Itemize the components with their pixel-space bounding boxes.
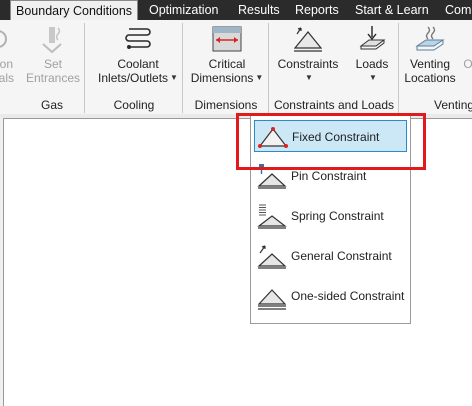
- group-separator: [268, 23, 269, 113]
- highlight-annotation-box: [236, 113, 426, 170]
- materials-label-1: ion: [0, 57, 13, 71]
- menu-item-general-constraint[interactable]: General Constraint: [254, 240, 407, 272]
- one-sided-constraint-icon: [257, 289, 287, 310]
- materials-icon: [0, 30, 7, 48]
- group-label-venting: Venting: [434, 98, 472, 112]
- constraints-icon: [293, 27, 323, 52]
- tab-reports[interactable]: Reports: [295, 0, 339, 20]
- dropdown-arrow-icon: ▼: [305, 73, 313, 82]
- coolant-inlets-outlets-button[interactable]: Coolant Inlets/Outlets ▼: [94, 24, 182, 85]
- materials-label-2: ials: [0, 71, 14, 85]
- loads-icon: [359, 26, 386, 50]
- constraints-label: Constraints: [277, 57, 339, 71]
- ribbon-panel: ion ials Set Entrances Gas Coolant Inlet…: [0, 20, 472, 115]
- critical-dimensions-button[interactable]: Critical Dimensions ▼: [186, 24, 268, 85]
- dropdown-arrow-icon: ▼: [170, 73, 178, 82]
- venting-label-1: Venting: [409, 57, 451, 71]
- venting-label-2: Locations: [404, 71, 456, 85]
- group-separator: [84, 23, 85, 113]
- tab-optimization[interactable]: Optimization: [149, 0, 218, 20]
- tab-results[interactable]: Results: [238, 0, 280, 20]
- group-label-gas: Gas: [40, 98, 63, 112]
- set-entrances-label-1: Set: [43, 57, 62, 71]
- loads-button[interactable]: Loads ▼: [348, 24, 396, 85]
- other-label: O: [463, 57, 472, 71]
- menu-item-label: Spring Constraint: [291, 209, 384, 223]
- menu-item-label: One-sided Constraint: [291, 289, 405, 303]
- dropdown-arrow-icon: ▼: [369, 73, 377, 82]
- critical-label-2: Dimensions: [190, 71, 254, 85]
- tab-comp[interactable]: Comp: [445, 0, 472, 20]
- tab-boundary-conditions[interactable]: Boundary Conditions: [10, 0, 139, 21]
- coolant-coil-icon: [125, 28, 151, 49]
- menu-item-spring-constraint[interactable]: Spring Constraint: [254, 200, 407, 232]
- set-entrances-label-2: Entrances: [25, 71, 81, 85]
- menu-item-one-sided-constraint[interactable]: One-sided Constraint: [254, 280, 407, 312]
- group-separator: [182, 23, 183, 113]
- general-constraint-icon: [257, 245, 287, 269]
- constraints-button[interactable]: Constraints ▼: [274, 24, 342, 85]
- loads-label: Loads: [355, 57, 389, 71]
- group-label-dimensions: Dimensions: [194, 98, 258, 112]
- set-entrances-button[interactable]: Set Entrances: [24, 24, 82, 85]
- tab-start-learn[interactable]: Start & Learn: [355, 0, 429, 20]
- venting-icon: [415, 26, 445, 51]
- dropdown-arrow-icon: ▼: [255, 73, 264, 82]
- group-label-cooling: Cooling: [113, 98, 155, 112]
- materials-button[interactable]: ion ials: [0, 24, 18, 85]
- group-label-constraints-and-loads: Constraints and Loads: [273, 98, 395, 112]
- critical-label-1: Critical: [208, 57, 246, 71]
- ribbon-tab-bar: Boundary Conditions Optimization Results…: [0, 0, 472, 21]
- menu-item-label: General Constraint: [291, 249, 392, 263]
- spring-constraint-icon: [257, 204, 287, 229]
- other-button[interactable]: O: [458, 24, 472, 71]
- coolant-label-1: Coolant: [117, 57, 159, 71]
- group-separator: [398, 23, 399, 113]
- venting-locations-button[interactable]: Venting Locations: [402, 24, 458, 85]
- set-entrances-icon: [42, 27, 62, 54]
- critical-dimensions-icon: [212, 26, 242, 52]
- coolant-label-2: Inlets/Outlets: [98, 71, 169, 85]
- other-icon: [458, 24, 472, 54]
